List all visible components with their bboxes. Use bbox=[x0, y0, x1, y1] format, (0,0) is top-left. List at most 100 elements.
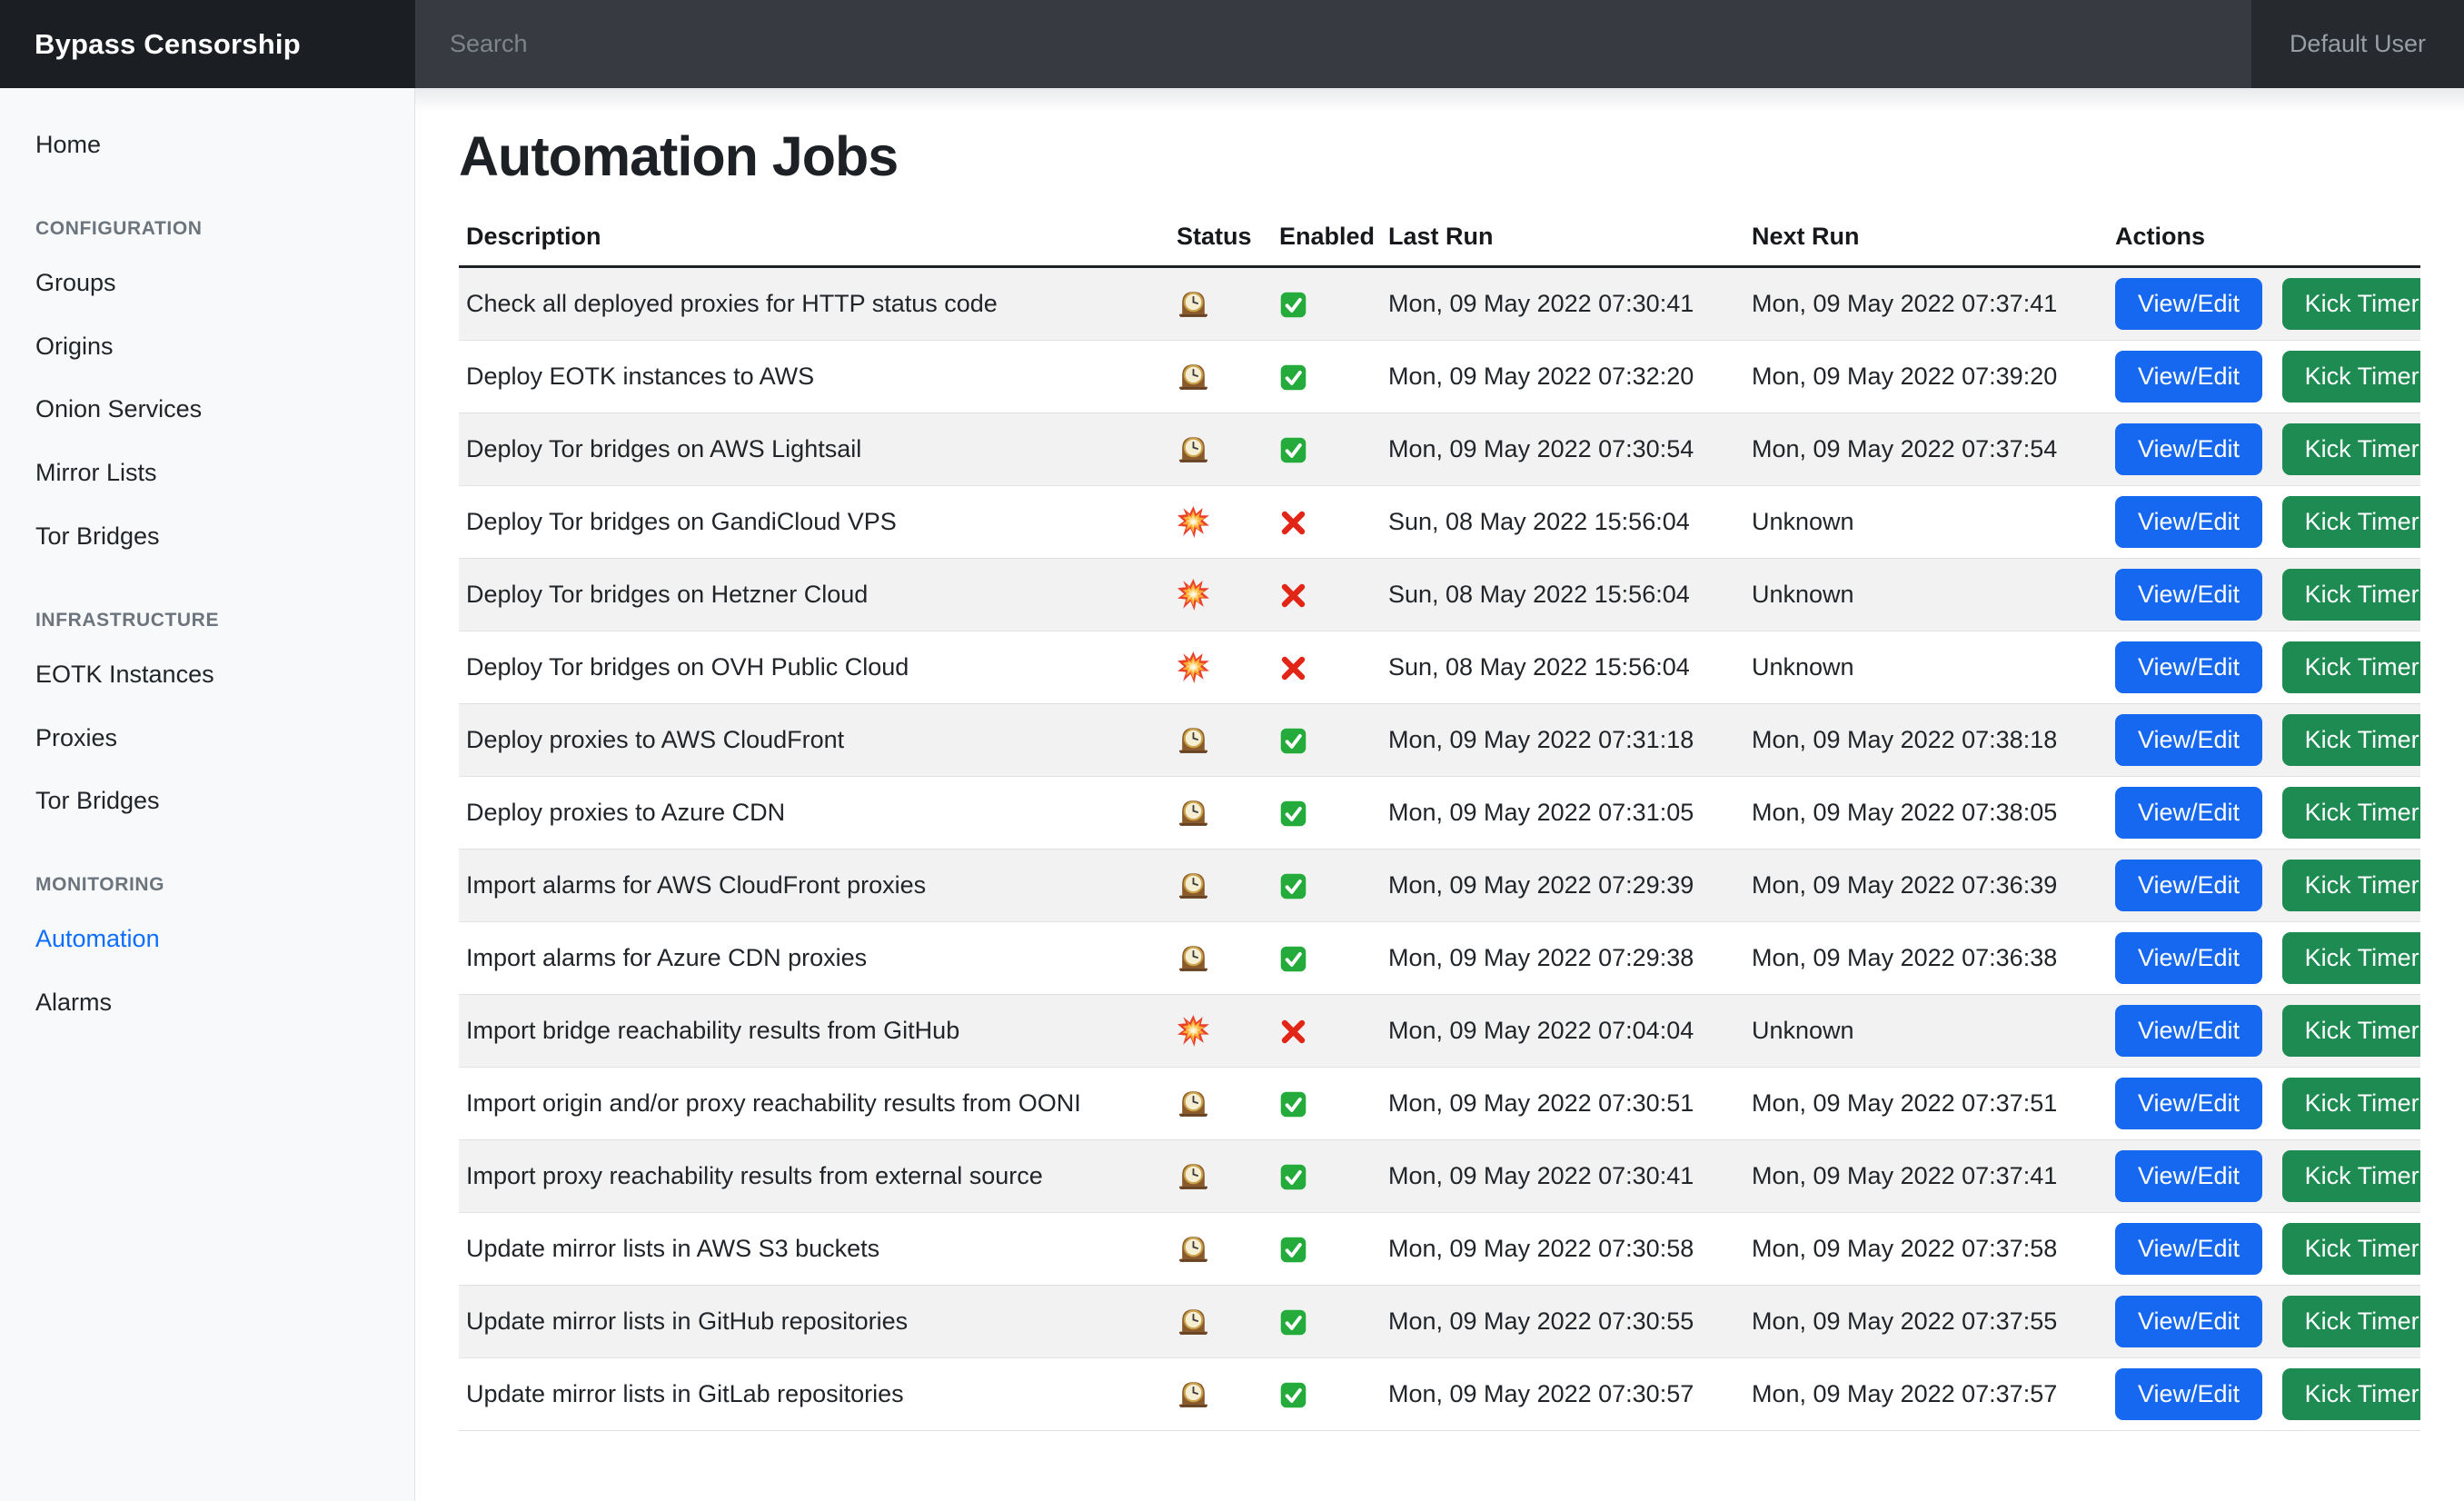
sidebar-item-eotk-instances[interactable]: EOTK Instances bbox=[35, 643, 414, 707]
view-edit-button[interactable]: View/Edit bbox=[2115, 496, 2262, 548]
sidebar-section-configuration: CONFIGURATION bbox=[35, 206, 414, 252]
cross-icon bbox=[1279, 1018, 1307, 1046]
job-next-run: Unknown bbox=[1741, 995, 2104, 1068]
job-actions-cell: View/Edit Kick Timer bbox=[2104, 486, 2420, 559]
job-description: Import bridge reachability results from … bbox=[459, 995, 1166, 1068]
job-last-run: Mon, 09 May 2022 07:30:51 bbox=[1377, 1068, 1741, 1140]
view-edit-button[interactable]: View/Edit bbox=[2115, 1223, 2262, 1275]
sidebar-item-tor-bridges-infra[interactable]: Tor Bridges bbox=[35, 770, 414, 833]
view-edit-button[interactable]: View/Edit bbox=[2115, 351, 2262, 403]
job-description: Deploy Tor bridges on AWS Lightsail bbox=[459, 413, 1166, 486]
view-edit-button[interactable]: View/Edit bbox=[2115, 1005, 2262, 1057]
view-edit-button[interactable]: View/Edit bbox=[2115, 860, 2262, 911]
table-row: Deploy proxies to Azure CDN Mon, 09 May … bbox=[459, 777, 2420, 850]
table-row: Import alarms for AWS CloudFront proxies… bbox=[459, 850, 2420, 922]
view-edit-button[interactable]: View/Edit bbox=[2115, 1150, 2262, 1202]
kick-timer-button[interactable]: Kick Timer bbox=[2282, 569, 2420, 621]
kick-timer-button[interactable]: Kick Timer bbox=[2282, 351, 2420, 403]
job-enabled-cell bbox=[1268, 850, 1377, 922]
job-enabled-cell bbox=[1268, 777, 1377, 850]
job-status-cell bbox=[1166, 1140, 1268, 1213]
collision-icon bbox=[1177, 1014, 1210, 1048]
sidebar-item-origins[interactable]: Origins bbox=[35, 315, 414, 379]
kick-timer-button[interactable]: Kick Timer bbox=[2282, 1078, 2420, 1129]
kick-timer-button[interactable]: Kick Timer bbox=[2282, 278, 2420, 330]
job-next-run: Mon, 09 May 2022 07:38:18 bbox=[1741, 704, 2104, 777]
job-status-cell bbox=[1166, 1213, 1268, 1286]
view-edit-button[interactable]: View/Edit bbox=[2115, 569, 2262, 621]
job-description: Deploy Tor bridges on Hetzner Cloud bbox=[459, 559, 1166, 631]
job-enabled-cell bbox=[1268, 995, 1377, 1068]
job-description: Deploy Tor bridges on GandiCloud VPS bbox=[459, 486, 1166, 559]
page-title: Automation Jobs bbox=[459, 124, 2420, 188]
job-last-run: Mon, 09 May 2022 07:29:39 bbox=[1377, 850, 1741, 922]
view-edit-button[interactable]: View/Edit bbox=[2115, 423, 2262, 475]
job-last-run: Sun, 08 May 2022 15:56:04 bbox=[1377, 559, 1741, 631]
job-enabled-cell bbox=[1268, 413, 1377, 486]
check-icon bbox=[1279, 1163, 1307, 1191]
kick-timer-button[interactable]: Kick Timer bbox=[2282, 1150, 2420, 1202]
sidebar-item-proxies[interactable]: Proxies bbox=[35, 707, 414, 770]
kick-timer-button[interactable]: Kick Timer bbox=[2282, 1005, 2420, 1057]
clock-icon bbox=[1177, 360, 1210, 393]
view-edit-button[interactable]: View/Edit bbox=[2115, 278, 2262, 330]
collision-icon bbox=[1177, 578, 1210, 611]
kick-timer-button[interactable]: Kick Timer bbox=[2282, 641, 2420, 693]
job-enabled-cell bbox=[1268, 1140, 1377, 1213]
kick-timer-button[interactable]: Kick Timer bbox=[2282, 860, 2420, 911]
clock-icon bbox=[1177, 796, 1210, 830]
sidebar-item-automation[interactable]: Automation bbox=[35, 908, 414, 971]
brand-link[interactable]: Bypass Censorship bbox=[0, 0, 415, 88]
kick-timer-button[interactable]: Kick Timer bbox=[2282, 787, 2420, 839]
job-next-run: Mon, 09 May 2022 07:37:41 bbox=[1741, 1140, 2104, 1213]
kick-timer-button[interactable]: Kick Timer bbox=[2282, 1368, 2420, 1420]
job-last-run: Mon, 09 May 2022 07:30:41 bbox=[1377, 267, 1741, 341]
job-status-cell bbox=[1166, 413, 1268, 486]
job-actions-cell: View/Edit Kick Timer bbox=[2104, 559, 2420, 631]
column-header-last-run: Last Run bbox=[1377, 215, 1741, 267]
job-next-run: Mon, 09 May 2022 07:37:55 bbox=[1741, 1286, 2104, 1358]
check-icon bbox=[1279, 945, 1307, 973]
kick-timer-button[interactable]: Kick Timer bbox=[2282, 423, 2420, 475]
view-edit-button[interactable]: View/Edit bbox=[2115, 932, 2262, 984]
column-header-status: Status bbox=[1166, 215, 1268, 267]
search-input[interactable] bbox=[415, 0, 2251, 88]
job-enabled-cell bbox=[1268, 1068, 1377, 1140]
job-actions-cell: View/Edit Kick Timer bbox=[2104, 704, 2420, 777]
job-enabled-cell bbox=[1268, 922, 1377, 995]
job-status-cell bbox=[1166, 995, 1268, 1068]
sidebar-item-tor-bridges[interactable]: Tor Bridges bbox=[35, 505, 414, 569]
job-enabled-cell bbox=[1268, 1213, 1377, 1286]
job-status-cell bbox=[1166, 631, 1268, 704]
sidebar-item-onion-services[interactable]: Onion Services bbox=[35, 378, 414, 442]
check-icon bbox=[1279, 1236, 1307, 1264]
check-icon bbox=[1279, 436, 1307, 464]
kick-timer-button[interactable]: Kick Timer bbox=[2282, 1296, 2420, 1347]
view-edit-button[interactable]: View/Edit bbox=[2115, 1368, 2262, 1420]
table-row: Update mirror lists in GitLab repositori… bbox=[459, 1358, 2420, 1431]
job-last-run: Mon, 09 May 2022 07:04:04 bbox=[1377, 995, 1741, 1068]
sidebar-item-mirror-lists[interactable]: Mirror Lists bbox=[35, 442, 414, 505]
view-edit-button[interactable]: View/Edit bbox=[2115, 1078, 2262, 1129]
sidebar-item-groups[interactable]: Groups bbox=[35, 252, 414, 315]
cross-icon bbox=[1279, 582, 1307, 610]
job-description: Import origin and/or proxy reachability … bbox=[459, 1068, 1166, 1140]
sidebar-item-home[interactable]: Home bbox=[35, 114, 414, 177]
kick-timer-button[interactable]: Kick Timer bbox=[2282, 496, 2420, 548]
kick-timer-button[interactable]: Kick Timer bbox=[2282, 932, 2420, 984]
job-next-run: Mon, 09 May 2022 07:37:54 bbox=[1741, 413, 2104, 486]
job-status-cell bbox=[1166, 850, 1268, 922]
job-last-run: Mon, 09 May 2022 07:30:58 bbox=[1377, 1213, 1741, 1286]
job-actions-cell: View/Edit Kick Timer bbox=[2104, 1286, 2420, 1358]
user-menu[interactable]: Default User bbox=[2251, 0, 2464, 88]
view-edit-button[interactable]: View/Edit bbox=[2115, 641, 2262, 693]
sidebar-item-alarms[interactable]: Alarms bbox=[35, 971, 414, 1035]
kick-timer-button[interactable]: Kick Timer bbox=[2282, 714, 2420, 766]
clock-icon bbox=[1177, 1305, 1210, 1338]
jobs-table-body: Check all deployed proxies for HTTP stat… bbox=[459, 267, 2420, 1431]
view-edit-button[interactable]: View/Edit bbox=[2115, 1296, 2262, 1347]
sidebar-section-infrastructure: INFRASTRUCTURE bbox=[35, 598, 414, 643]
view-edit-button[interactable]: View/Edit bbox=[2115, 714, 2262, 766]
kick-timer-button[interactable]: Kick Timer bbox=[2282, 1223, 2420, 1275]
view-edit-button[interactable]: View/Edit bbox=[2115, 787, 2262, 839]
